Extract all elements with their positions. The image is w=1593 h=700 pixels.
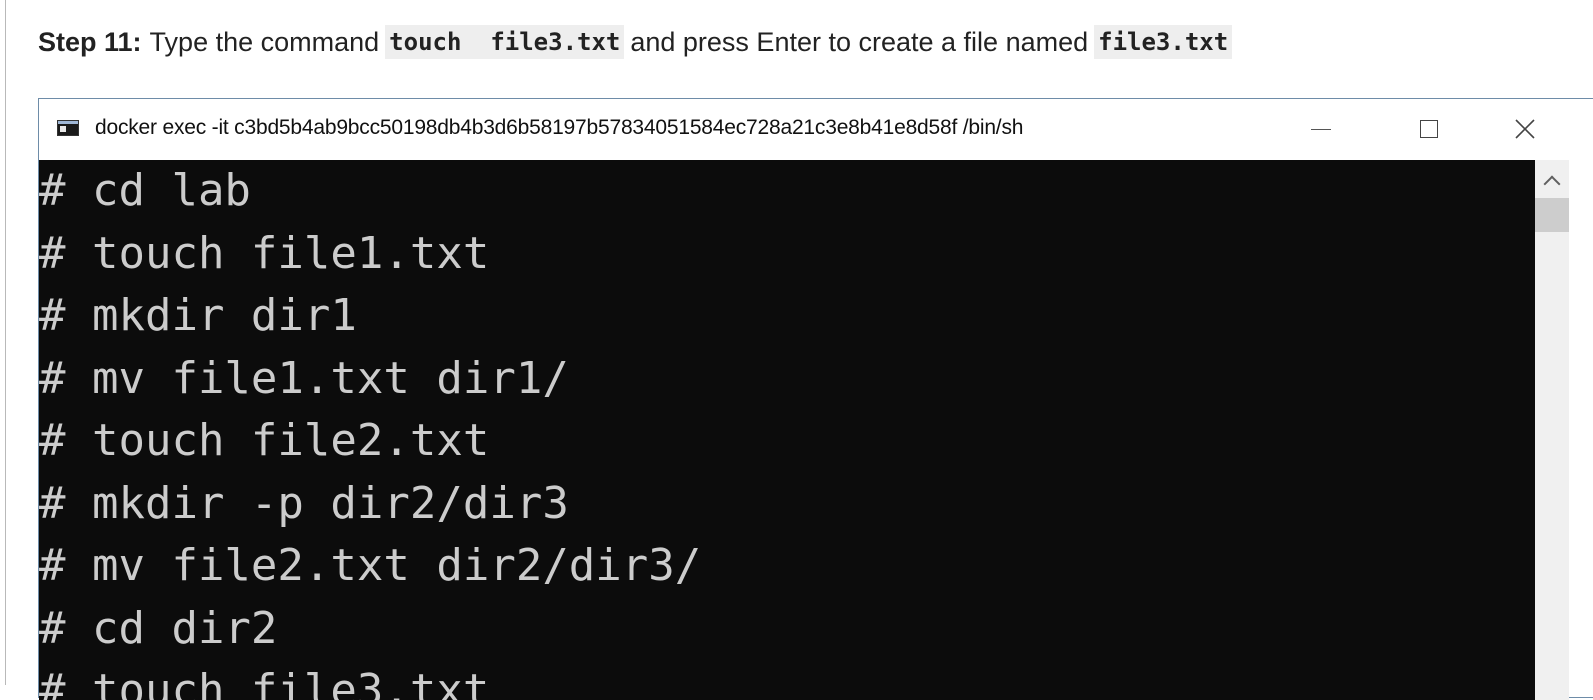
command-code: touch file3.txt	[385, 25, 625, 59]
chevron-up-icon	[1543, 175, 1561, 193]
terminal-line: # mkdir -p dir2/dir3	[39, 477, 569, 529]
terminal-line: # cd lab	[39, 165, 251, 216]
minimize-icon	[1311, 128, 1331, 130]
close-button[interactable]	[1505, 111, 1545, 147]
terminal-line: # mv file1.txt dir1/	[39, 352, 569, 404]
step-label: Step 11:	[38, 26, 142, 57]
scroll-up-button[interactable]	[1535, 166, 1569, 196]
window-titlebar[interactable]: docker exec -it c3bd5b4ab9bcc50198db4b3d…	[39, 99, 1593, 160]
maximize-icon	[1420, 120, 1438, 138]
terminal-output[interactable]: # cd lab # touch file1.txt # mkdir dir1 …	[39, 160, 1535, 700]
terminal-window: docker exec -it c3bd5b4ab9bcc50198db4b3d…	[38, 98, 1593, 700]
step-text-middle: and press Enter to create a file named	[630, 26, 1089, 57]
step-instruction: Step 11: Type the command touch file3.tx…	[38, 22, 1238, 62]
step-text-before: Type the command	[149, 26, 380, 57]
terminal-line: # touch file2.txt	[39, 415, 490, 466]
scroll-thumb[interactable]	[1535, 198, 1569, 232]
console-app-icon[interactable]	[57, 120, 79, 136]
window-title: docker exec -it c3bd5b4ab9bcc50198db4b3d…	[95, 116, 1024, 139]
maximize-button[interactable]	[1409, 111, 1449, 147]
filename-code: file3.txt	[1094, 25, 1233, 59]
vertical-scrollbar[interactable]	[1535, 160, 1569, 700]
terminal-line: # mkdir dir1	[39, 290, 357, 341]
terminal-line: # touch file1.txt	[39, 227, 490, 279]
terminal-line: # cd dir2	[39, 602, 278, 654]
terminal-line: # touch file3.txt	[39, 665, 490, 700]
terminal-line: # mv file2.txt dir2/dir3/	[39, 540, 702, 591]
minimize-button[interactable]	[1301, 111, 1341, 147]
close-icon	[1515, 119, 1535, 139]
